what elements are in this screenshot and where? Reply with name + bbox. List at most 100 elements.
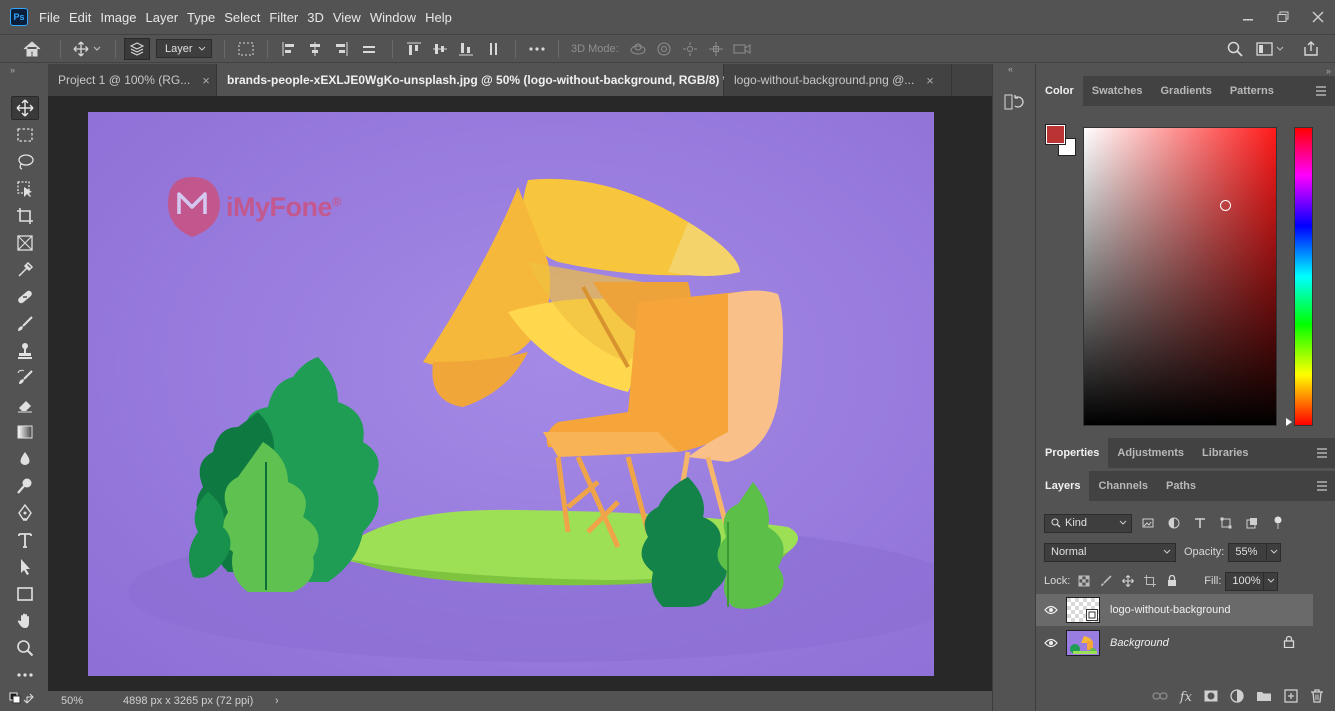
path-selection-tool-icon[interactable] <box>11 555 39 579</box>
lock-all-icon[interactable] <box>1162 575 1182 587</box>
tab-brands-people[interactable]: brands-people-xEXLJE0WgKo-unsplash.jpg @… <box>217 64 747 96</box>
3d-pan-icon[interactable] <box>677 35 703 62</box>
move-tool-icon[interactable] <box>11 96 39 120</box>
close-tab-icon[interactable]: × <box>202 73 210 88</box>
align-middle-icon[interactable] <box>427 35 453 62</box>
saturation-value-field[interactable] <box>1083 127 1277 426</box>
eraser-tool-icon[interactable] <box>11 393 39 417</box>
align-bottom-icon[interactable] <box>453 35 479 62</box>
menu-3d[interactable]: 3D <box>307 10 331 25</box>
foreground-color-swatch[interactable] <box>1045 124 1066 145</box>
expand-dock-icon[interactable]: » <box>1326 66 1331 76</box>
layer-name[interactable]: Background <box>1110 637 1169 649</box>
lock-position-icon[interactable] <box>1118 575 1138 587</box>
menu-window[interactable]: Window <box>370 10 423 25</box>
tab-patterns[interactable]: Patterns <box>1221 76 1283 106</box>
layer-row-background[interactable]: Background <box>1036 627 1313 659</box>
new-layer-icon[interactable] <box>1284 688 1298 706</box>
align-center-icon[interactable] <box>302 35 328 62</box>
menu-view[interactable]: View <box>333 10 368 25</box>
tab-channels[interactable]: Channels <box>1089 471 1157 501</box>
canvas-area[interactable]: iMyFone® <box>48 96 992 691</box>
restore-icon[interactable] <box>1265 0 1300 34</box>
transform-controls-icon[interactable] <box>233 35 259 62</box>
tab-color[interactable]: Color <box>1036 76 1083 106</box>
eyedropper-tool-icon[interactable] <box>11 258 39 282</box>
document-canvas[interactable]: iMyFone® <box>88 112 934 676</box>
panel-menu-icon[interactable] <box>1315 85 1327 99</box>
gradient-tool-icon[interactable] <box>11 420 39 444</box>
tab-swatches[interactable]: Swatches <box>1083 76 1152 106</box>
history-brush-tool-icon[interactable] <box>11 366 39 390</box>
hue-slider[interactable] <box>1294 127 1313 426</box>
align-top-icon[interactable] <box>401 35 427 62</box>
opacity-slider-toggle[interactable] <box>1266 542 1282 562</box>
opacity-input[interactable]: 55% <box>1228 542 1267 562</box>
new-group-icon[interactable] <box>1256 690 1272 705</box>
home-icon[interactable] <box>12 35 52 62</box>
menu-edit[interactable]: Edit <box>69 10 98 25</box>
tab-layers[interactable]: Layers <box>1036 471 1090 501</box>
menu-image[interactable]: Image <box>100 10 143 25</box>
minimize-icon[interactable] <box>1230 0 1265 34</box>
filter-adjustment-icon[interactable] <box>1164 517 1184 529</box>
add-mask-icon[interactable] <box>1204 690 1218 705</box>
tab-libraries[interactable]: Libraries <box>1193 438 1257 468</box>
eye-icon[interactable] <box>1036 605 1066 615</box>
object-selection-tool-icon[interactable] <box>11 177 39 201</box>
hue-slider-marker[interactable] <box>1286 418 1292 426</box>
adjustment-layer-icon[interactable] <box>1230 688 1244 706</box>
share-icon[interactable] <box>1299 35 1323 62</box>
panel-menu-icon[interactable] <box>1316 447 1328 461</box>
collapse-toolbar-icon[interactable]: » <box>0 63 48 77</box>
menu-layer[interactable]: Layer <box>146 10 186 25</box>
hand-tool-icon[interactable] <box>11 609 39 633</box>
panel-menu-icon[interactable] <box>1316 480 1328 494</box>
lock-artboard-icon[interactable] <box>1140 575 1160 587</box>
pen-tool-icon[interactable] <box>11 501 39 525</box>
status-expand-icon[interactable]: › <box>275 695 279 707</box>
auto-select-icon[interactable] <box>124 37 150 60</box>
tab-logo-without-background[interactable]: logo-without-background.png @... × <box>724 64 952 96</box>
3d-roll-icon[interactable] <box>651 35 677 62</box>
healing-brush-tool-icon[interactable] <box>11 285 39 309</box>
search-icon[interactable] <box>1223 35 1247 62</box>
layer-filter-dropdown[interactable]: Kind <box>1044 513 1132 533</box>
crop-tool-icon[interactable] <box>11 204 39 228</box>
filter-shape-icon[interactable] <box>1216 517 1236 529</box>
distribute-icon[interactable] <box>354 35 384 62</box>
lock-image-pixels-icon[interactable] <box>1096 575 1116 587</box>
more-options-icon[interactable] <box>524 35 550 62</box>
edit-toolbar-icon[interactable] <box>11 663 39 687</box>
menu-filter[interactable]: Filter <box>269 10 305 25</box>
frame-tool-icon[interactable] <box>11 231 39 255</box>
layer-style-fx-icon[interactable]: fx <box>1180 690 1192 705</box>
3d-orbit-icon[interactable] <box>625 35 651 62</box>
align-left-icon[interactable] <box>276 35 302 62</box>
align-right-icon[interactable] <box>328 35 354 62</box>
fill-slider-toggle[interactable] <box>1263 571 1279 591</box>
brush-tool-icon[interactable] <box>11 312 39 336</box>
history-panel-icon[interactable] <box>1004 92 1024 115</box>
distribute-vertical-icon[interactable] <box>479 35 507 62</box>
rectangle-tool-icon[interactable] <box>11 582 39 606</box>
layer-row-logo-without-background[interactable]: logo-without-background <box>1036 594 1313 626</box>
close-window-icon[interactable] <box>1300 0 1335 34</box>
lock-icon[interactable] <box>1283 635 1295 651</box>
auto-select-target-dropdown[interactable]: Layer <box>156 39 212 58</box>
3d-camera-icon[interactable] <box>729 35 755 62</box>
menu-help[interactable]: Help <box>425 10 459 25</box>
layer-name[interactable]: logo-without-background <box>1110 604 1230 616</box>
lock-transparent-pixels-icon[interactable] <box>1074 575 1094 587</box>
tab-adjustments[interactable]: Adjustments <box>1108 438 1193 468</box>
menu-select[interactable]: Select <box>224 10 267 25</box>
lasso-tool-icon[interactable] <box>11 150 39 174</box>
tab-gradients[interactable]: Gradients <box>1151 76 1220 106</box>
color-picker-cursor[interactable] <box>1220 200 1231 211</box>
zoom-level[interactable]: 50% <box>61 695 123 707</box>
workspace-icon[interactable] <box>1253 35 1287 62</box>
filter-smart-object-icon[interactable] <box>1242 517 1262 529</box>
tab-properties[interactable]: Properties <box>1036 438 1109 468</box>
eye-icon[interactable] <box>1036 638 1066 648</box>
blend-mode-dropdown[interactable]: Normal <box>1044 542 1176 562</box>
